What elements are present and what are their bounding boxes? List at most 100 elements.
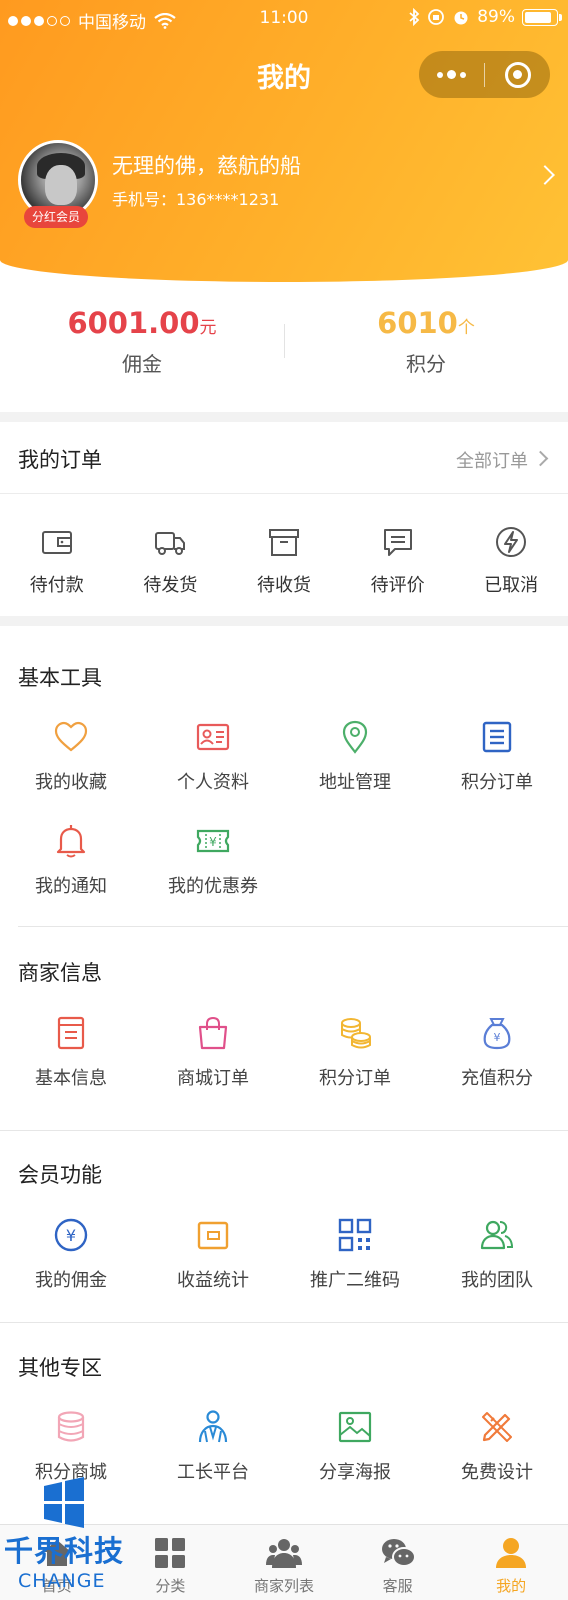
qr-code-icon (338, 1218, 372, 1252)
order-status-cancelled[interactable]: 已取消 (454, 495, 568, 615)
commission-unit: 元 (199, 318, 217, 338)
merchant-basic-info[interactable]: 基本信息 (0, 1014, 142, 1090)
status-bar: 中国移动 11:00 89% (0, 0, 568, 38)
commission-value-line: 6001.00元 (0, 306, 284, 340)
order-status-pending-receipt[interactable]: 待收货 (227, 495, 341, 615)
merchant-label: 充值积分 (461, 1068, 533, 1089)
points-unit: 个 (457, 318, 475, 338)
alarm-icon (454, 11, 468, 25)
merchant-shop-orders[interactable]: 商城订单 (142, 1014, 284, 1090)
battery-icon (522, 8, 562, 26)
tab-label: 商家列表 (253, 1577, 314, 1595)
member-label: 我的团队 (461, 1270, 533, 1291)
bolt-circle-icon (496, 527, 527, 557)
order-status-pending-payment[interactable]: 待付款 (0, 495, 114, 615)
tool-coupons[interactable]: ¥ 我的优惠券 (142, 822, 284, 898)
commission-label: 佣金 (122, 352, 162, 376)
tool-points-orders[interactable]: 积分订单 (426, 718, 568, 794)
bluetooth-icon (409, 8, 420, 26)
order-status-pending-shipment[interactable]: 待发货 (114, 495, 228, 615)
worker-icon (198, 1410, 228, 1443)
comment-icon (383, 529, 412, 556)
commission-stat[interactable]: 6001.00元 佣金 (0, 306, 284, 377)
image-icon (338, 1411, 372, 1443)
more-button[interactable] (419, 51, 484, 98)
design-tools-icon (482, 1412, 512, 1442)
all-orders-chevron-icon[interactable] (532, 450, 549, 467)
user-name: 无理的佛，慈航的船 (112, 154, 301, 178)
id-card-icon (196, 723, 230, 751)
wechat-icon (381, 1539, 416, 1567)
basic-tools-row-2: 我的通知 ¥ 我的优惠券 (0, 822, 568, 898)
order-status-label: 待评价 (370, 575, 425, 596)
zone-free-design[interactable]: 免费设计 (426, 1408, 568, 1484)
miniprogram-capsule (419, 51, 550, 98)
tab-category[interactable]: 分类 (114, 1525, 228, 1600)
tool-label: 积分订单 (461, 772, 533, 793)
tab-customer-service[interactable]: 客服 (341, 1525, 455, 1600)
tool-notifications[interactable]: 我的通知 (0, 822, 142, 898)
merchant-info-row: 基本信息 商城订单 积分订单 ¥ 充值积分 (0, 1014, 568, 1090)
member-badge: 分红会员 (24, 206, 89, 228)
team-icon (480, 1220, 514, 1250)
member-features-row: ¥ 我的佣金 收益统计 推广二维码 我的团队 (0, 1216, 568, 1292)
shopping-bag-icon (198, 1016, 228, 1050)
member-team[interactable]: 我的团队 (426, 1216, 568, 1292)
tab-merchant-list[interactable]: 商家列表 (227, 1525, 341, 1600)
svg-text:¥: ¥ (494, 1031, 501, 1044)
section-title-other-zones: 其他专区 (18, 1356, 102, 1380)
all-orders-link[interactable]: 全部订单 (456, 447, 528, 473)
tool-label: 我的通知 (35, 876, 107, 897)
section-divider (0, 1130, 568, 1131)
zone-share-poster[interactable]: 分享海报 (284, 1408, 426, 1484)
section-gap (0, 412, 568, 422)
orders-header: 我的订单 全部订单 (0, 422, 568, 494)
close-button[interactable] (485, 51, 550, 98)
tool-favorites[interactable]: 我的收藏 (0, 718, 142, 794)
section-gap (0, 616, 568, 626)
grid-icon (155, 1538, 186, 1568)
battery-label: 89% (477, 7, 515, 27)
member-label: 我的佣金 (35, 1270, 107, 1291)
tab-label: 我的 (496, 1577, 527, 1595)
zone-foreman-platform[interactable]: 工长平台 (142, 1408, 284, 1484)
rotation-lock-icon (428, 9, 445, 25)
tool-label: 我的优惠券 (168, 876, 258, 897)
heart-icon (54, 721, 88, 752)
member-earnings[interactable]: 收益统计 (142, 1216, 284, 1292)
tool-address[interactable]: 地址管理 (284, 718, 426, 794)
document-icon (57, 1016, 85, 1050)
points-value: 6010 (377, 306, 458, 340)
target-icon (504, 61, 531, 88)
coupon-icon: ¥ (196, 829, 230, 853)
section-title-member-features: 会员功能 (18, 1163, 102, 1187)
zone-points-mall[interactable]: 积分商城 (0, 1408, 142, 1484)
profile-chevron-right-icon[interactable] (535, 165, 555, 185)
merchant-label: 基本信息 (35, 1068, 107, 1089)
tool-profile[interactable]: 个人资料 (142, 718, 284, 794)
order-status-label: 已取消 (484, 575, 539, 596)
stats-panel: 6001.00元 佣金 6010个 积分 (0, 282, 568, 412)
basic-tools-row-1: 我的收藏 个人资料 地址管理 积分订单 (0, 718, 568, 794)
member-commission[interactable]: ¥ 我的佣金 (0, 1216, 142, 1292)
profile-header: 中国移动 11:00 89% 我的 分红会员 无理的佛，慈航的船 手机号：136… (0, 0, 568, 282)
points-value-line: 6010个 (284, 306, 568, 340)
tool-label: 地址管理 (319, 772, 391, 793)
order-status-pending-review[interactable]: 待评价 (341, 495, 455, 615)
truck-icon (155, 532, 186, 555)
coins-icon (341, 1018, 371, 1049)
order-status-label: 待付款 (29, 575, 84, 596)
order-status-label: 待收货 (256, 575, 311, 596)
member-qr-code[interactable]: 推广二维码 (284, 1216, 426, 1292)
member-label: 收益统计 (177, 1270, 249, 1291)
money-bag-icon: ¥ (483, 1018, 511, 1050)
section-divider (0, 1322, 568, 1323)
tab-mine[interactable]: 我的 (454, 1525, 568, 1600)
watermark-name-en: CHANGE (18, 1570, 106, 1592)
zone-label: 免费设计 (461, 1462, 533, 1483)
points-stat[interactable]: 6010个 积分 (284, 306, 568, 377)
merchant-recharge-points[interactable]: ¥ 充值积分 (426, 1014, 568, 1090)
other-zones-row: 积分商城 工长平台 分享海报 免费设计 (0, 1408, 568, 1484)
merchant-points-orders[interactable]: 积分订单 (284, 1014, 426, 1090)
list-icon (482, 721, 512, 753)
